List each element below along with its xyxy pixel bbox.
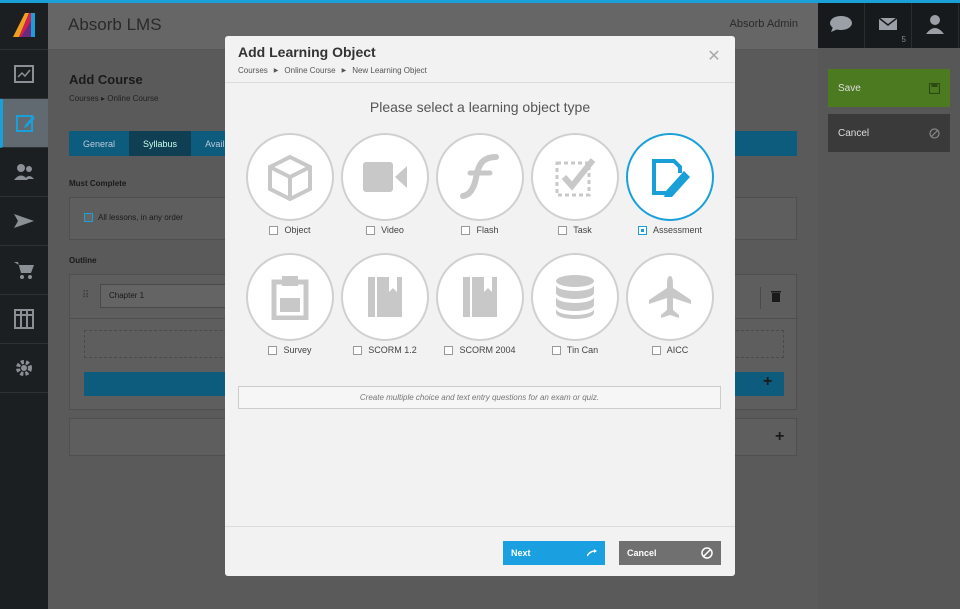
add-learning-object-modal: Add Learning Object Courses ▶ Online Cou… [225, 36, 735, 576]
cancel-course-button[interactable]: Cancel [828, 114, 950, 152]
left-sidebar [0, 0, 48, 609]
gear-icon[interactable] [0, 344, 48, 393]
type-object[interactable]: Object [246, 133, 334, 243]
type-survey-circle[interactable] [246, 253, 334, 341]
must-complete-checkbox[interactable] [84, 213, 93, 222]
save-button[interactable]: Save [828, 69, 950, 107]
drag-handle-icon[interactable]: ⠿ [82, 290, 89, 301]
users-icon[interactable] [0, 148, 48, 197]
type-description: Create multiple choice and text entry qu… [238, 386, 721, 409]
breadcrumb-item[interactable]: Courses [238, 66, 268, 75]
close-icon[interactable]: ✕ [707, 49, 721, 65]
user-name[interactable]: Absorb Admin [730, 18, 798, 30]
book-icon [463, 277, 497, 317]
dashboard-icon[interactable] [0, 50, 48, 99]
tab-syllabus[interactable]: Syllabus [129, 131, 192, 156]
chevron-right-icon: ▶ [273, 68, 279, 74]
type-aicc-checkbox[interactable] [651, 345, 661, 355]
add-chapter-plus-icon[interactable]: + [775, 428, 784, 446]
mail-count-badge: 5 [901, 35, 906, 44]
type-survey[interactable]: Survey [246, 253, 334, 363]
type-video[interactable]: Video [341, 133, 429, 243]
page-title: Add Course [69, 72, 143, 87]
type-tin-can-checkbox[interactable] [551, 345, 561, 355]
floppy-icon [929, 82, 940, 94]
user-avatar-icon[interactable] [912, 0, 959, 48]
type-scorm-1-2-checkbox[interactable] [353, 345, 363, 355]
modal-title: Add Learning Object [238, 44, 376, 60]
flash-icon [460, 154, 499, 199]
modal-header: Add Learning Object Courses ▶ Online Cou… [225, 36, 735, 83]
type-tin-can-circle[interactable] [531, 253, 619, 341]
type-assessment[interactable]: Assessment [626, 133, 714, 243]
breadcrumb-item: New Learning Object [352, 66, 427, 75]
arrow-right-icon [587, 549, 597, 557]
breadcrumb-item[interactable]: Courses [69, 94, 99, 103]
type-tin-can[interactable]: Tin Can [531, 253, 619, 363]
type-video-checkbox[interactable] [366, 225, 376, 235]
clipboard-icon [271, 276, 309, 320]
task-checkbox-icon [555, 158, 596, 197]
cart-icon[interactable] [0, 246, 48, 295]
breadcrumb-item[interactable]: Online Course [284, 66, 335, 75]
mail-icon[interactable]: 5 [865, 0, 912, 48]
cancel-circle-icon [701, 547, 713, 559]
type-scorm-2004[interactable]: SCORM 2004 [436, 253, 524, 363]
top-accent-line [0, 0, 960, 3]
type-flash-checkbox[interactable] [461, 225, 471, 235]
type-aicc-circle[interactable] [626, 253, 714, 341]
table-icon[interactable] [0, 295, 48, 344]
type-flash-circle[interactable] [436, 133, 524, 221]
tab-general[interactable]: General [69, 131, 129, 156]
type-object-checkbox[interactable] [269, 225, 279, 235]
page-breadcrumb: Courses ▸ Online Course [69, 94, 159, 103]
next-label: Next [511, 548, 531, 558]
book-icon [368, 277, 402, 317]
trash-icon[interactable] [771, 290, 781, 302]
cancel-button[interactable]: Cancel [619, 541, 721, 565]
chevron-right-icon: ▶ [341, 68, 347, 74]
cancel-circle-icon [929, 127, 940, 139]
cancel-label: Cancel [838, 127, 870, 139]
right-action-panel: Save Cancel [818, 48, 960, 609]
type-survey-checkbox[interactable] [268, 345, 278, 355]
next-button[interactable]: Next [503, 541, 605, 565]
type-scorm-1-2-circle[interactable] [341, 253, 429, 341]
video-camera-icon [363, 162, 407, 192]
type-task[interactable]: Task [531, 133, 619, 243]
type-task-checkbox[interactable] [558, 225, 568, 235]
modal-footer: Next Cancel [225, 526, 735, 576]
type-assessment-circle[interactable] [626, 133, 714, 221]
save-label: Save [838, 82, 861, 94]
send-icon[interactable] [0, 197, 48, 246]
type-assessment-checkbox[interactable] [637, 225, 647, 235]
type-scorm-1-2[interactable]: SCORM 1.2 [341, 253, 429, 363]
modal-breadcrumb: Courses ▶ Online Course ▶ New Learning O… [238, 66, 427, 75]
cancel-modal-label: Cancel [627, 548, 657, 558]
add-lesson-plus-icon[interactable]: + [763, 373, 772, 391]
chat-icon[interactable] [818, 0, 865, 48]
type-scorm-2004-circle[interactable] [436, 253, 524, 341]
type-task-circle[interactable] [531, 133, 619, 221]
type-aicc[interactable]: AICC [626, 253, 714, 363]
select-type-prompt: Please select a learning object type [369, 99, 591, 115]
type-flash[interactable]: Flash [436, 133, 524, 243]
cube-icon [268, 154, 312, 201]
breadcrumb-item[interactable]: Online Course [107, 94, 158, 103]
database-icon [556, 275, 594, 319]
must-complete-option[interactable]: All lessons, in any order [84, 213, 183, 222]
type-video-circle[interactable] [341, 133, 429, 221]
absorb-logo[interactable] [0, 0, 48, 50]
type-scorm-2004-checkbox[interactable] [444, 345, 454, 355]
airplane-icon [649, 276, 691, 318]
header-actions: 5 [818, 0, 960, 48]
type-object-circle[interactable] [246, 133, 334, 221]
outline-label: Outline [69, 256, 97, 265]
app-title: Absorb LMS [68, 15, 162, 34]
must-complete-label: Must Complete [69, 179, 127, 188]
assessment-edit-icon [652, 159, 690, 197]
edit-course-icon[interactable] [0, 99, 48, 148]
